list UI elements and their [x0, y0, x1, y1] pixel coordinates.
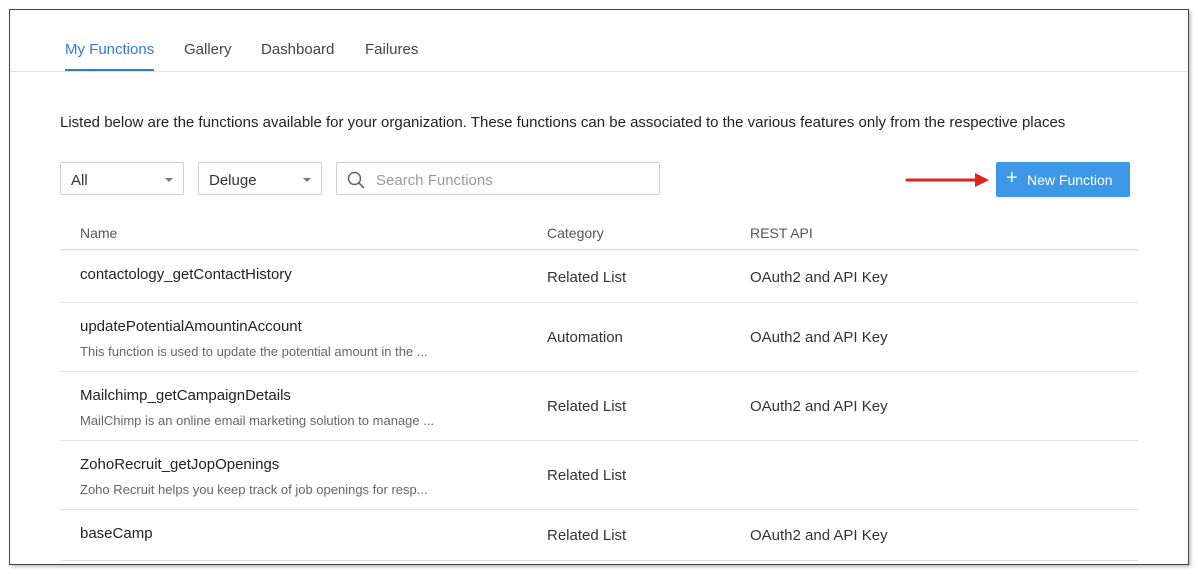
- tab-bar: My Functions Gallery Dashboard Failures: [10, 10, 1188, 72]
- search-input[interactable]: [374, 167, 648, 193]
- function-rest-api: OAuth2 and API Key: [750, 269, 888, 286]
- table-row[interactable]: baseCamp Related List OAuth2 and API Key: [60, 510, 1138, 561]
- function-rest-api: OAuth2 and API Key: [750, 398, 888, 415]
- language-filter-select[interactable]: Deluge: [198, 162, 322, 195]
- category-filter-select[interactable]: All: [60, 162, 184, 195]
- page-description: Listed below are the functions available…: [60, 114, 1066, 131]
- functions-panel: My Functions Gallery Dashboard Failures …: [9, 9, 1189, 565]
- table-row[interactable]: ZohoRecruit_getJopOpenings Zoho Recruit …: [60, 441, 1138, 510]
- table-row[interactable]: contactology_getContactHistory Related L…: [60, 250, 1138, 303]
- function-description: MailChimp is an online email marketing s…: [80, 413, 435, 428]
- new-function-button[interactable]: + New Function: [996, 162, 1130, 197]
- language-filter-value: Deluge: [209, 172, 257, 189]
- function-rest-api: OAuth2 and API Key: [750, 527, 888, 544]
- annotation-arrow-icon: [905, 173, 989, 187]
- chevron-down-icon: [303, 178, 311, 182]
- function-rest-api: OAuth2 and API Key: [750, 329, 888, 346]
- search-box: [336, 162, 660, 195]
- function-name[interactable]: ZohoRecruit_getJopOpenings: [80, 456, 279, 473]
- category-filter-value: All: [71, 172, 88, 189]
- function-name[interactable]: Mailchimp_getCampaignDetails: [80, 387, 291, 404]
- tab-my-functions[interactable]: My Functions: [65, 41, 154, 58]
- table-header: Name Category REST API: [60, 218, 1138, 250]
- function-description: This function is used to update the pote…: [80, 344, 428, 359]
- table-row[interactable]: Mailchimp_getCampaignDetails MailChimp i…: [60, 372, 1138, 441]
- function-description: Zoho Recruit helps you keep track of job…: [80, 482, 428, 497]
- function-name[interactable]: baseCamp: [80, 525, 153, 542]
- tab-dashboard[interactable]: Dashboard: [261, 41, 334, 58]
- tab-failures[interactable]: Failures: [365, 41, 418, 58]
- search-icon: [347, 171, 365, 189]
- function-category: Related List: [547, 398, 627, 415]
- new-function-label: New Function: [1027, 172, 1113, 188]
- function-category: Related List: [547, 269, 627, 286]
- function-category: Related List: [547, 527, 627, 544]
- plus-icon: +: [1006, 167, 1018, 189]
- functions-table: Name Category REST API contactology_getC…: [60, 218, 1138, 561]
- column-header-rest-api[interactable]: REST API: [750, 225, 813, 241]
- function-name[interactable]: updatePotentialAmountinAccount: [80, 318, 302, 335]
- tab-gallery[interactable]: Gallery: [184, 41, 232, 58]
- column-header-name[interactable]: Name: [80, 225, 117, 241]
- active-tab-indicator: [65, 69, 154, 71]
- table-row[interactable]: updatePotentialAmountinAccount This func…: [60, 303, 1138, 372]
- function-category: Automation: [547, 329, 623, 346]
- function-name[interactable]: contactology_getContactHistory: [80, 266, 292, 283]
- chevron-down-icon: [165, 178, 173, 182]
- function-category: Related List: [547, 467, 627, 484]
- column-header-category[interactable]: Category: [547, 225, 604, 241]
